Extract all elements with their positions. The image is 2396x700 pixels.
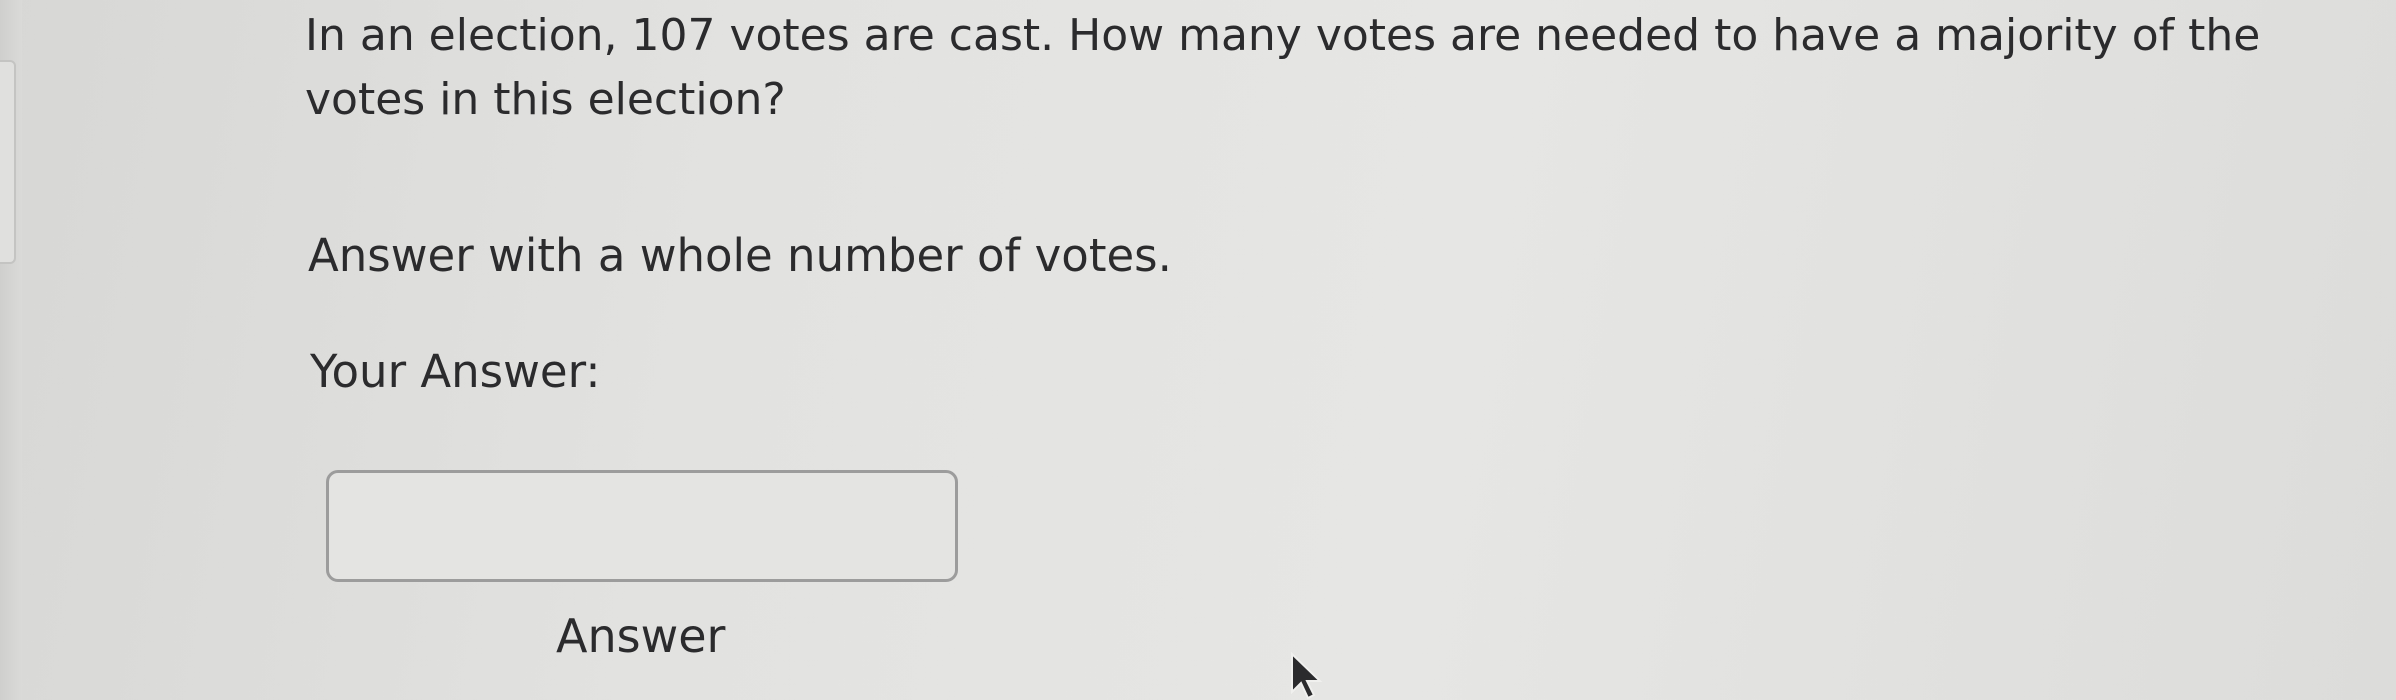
left-panel-edge (0, 0, 22, 700)
answer-submit-button[interactable]: Answer (548, 604, 733, 668)
answer-input[interactable] (326, 470, 958, 582)
question-text: In an election, 107 votes are cast. How … (305, 10, 2261, 125)
instruction-text: Answer with a whole number of votes. (308, 229, 1172, 282)
your-answer-label: Your Answer: (310, 345, 601, 398)
mouse-pointer-icon (1290, 651, 1326, 700)
left-panel-tab (0, 60, 16, 264)
